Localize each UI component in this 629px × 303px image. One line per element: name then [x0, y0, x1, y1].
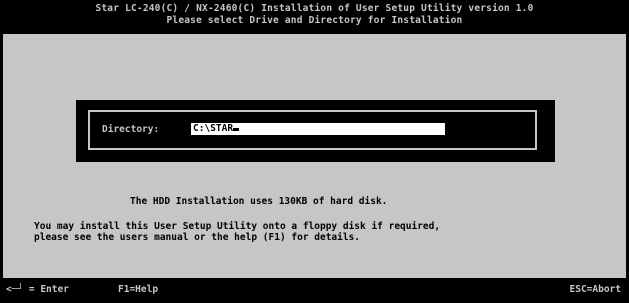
abort-key-hint[interactable]: ESC=Abort: [570, 284, 621, 295]
window-title: Star LC-240(C) / NX-2460(C) Installation…: [95, 3, 534, 14]
window-subtitle: Please select Drive and Directory for In…: [166, 15, 463, 26]
hdd-usage-message: The HDD Installation uses 130KB of hard …: [130, 196, 388, 207]
floppy-info-line-2: please see the users manual or the help …: [34, 232, 361, 243]
enter-key-hint[interactable]: <─┘ = Enter: [6, 284, 69, 295]
directory-input[interactable]: C:\STAR: [191, 123, 445, 135]
directory-input-value: C:\STAR: [193, 123, 234, 134]
dos-screen: Star LC-240(C) / NX-2460(C) Installation…: [0, 0, 629, 303]
text-cursor: [233, 128, 240, 131]
title-bar: Star LC-240(C) / NX-2460(C) Installation…: [0, 0, 629, 34]
floppy-info-line-1: You may install this User Setup Utility …: [34, 221, 441, 232]
directory-label: Directory:: [102, 124, 160, 135]
help-key-hint[interactable]: F1=Help: [118, 284, 158, 295]
directory-dialog: Directory: C:\STAR: [76, 100, 555, 162]
left-border: [0, 34, 3, 278]
status-bar: <─┘ = Enter F1=Help ESC=Abort: [0, 278, 629, 303]
